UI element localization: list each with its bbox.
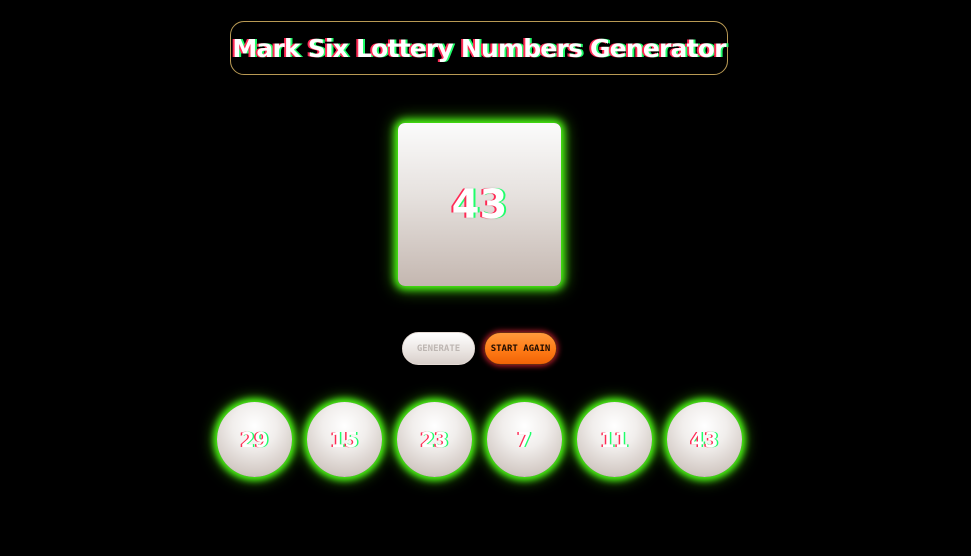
- ball-number: 23: [420, 427, 449, 452]
- ball-number: 7: [517, 427, 532, 452]
- current-number-card: 43: [398, 123, 561, 286]
- ball-6: 43: [667, 402, 742, 477]
- ball-1: 29: [217, 402, 292, 477]
- current-number: 43: [451, 181, 508, 228]
- ball-2: 15: [307, 402, 382, 477]
- start-again-button[interactable]: START AGAIN: [484, 332, 557, 365]
- ball-number: 29: [240, 427, 269, 452]
- generate-button[interactable]: GENERATE: [402, 332, 475, 365]
- ball-5: 11: [577, 402, 652, 477]
- ball-3: 23: [397, 402, 472, 477]
- page-title: Mark Six Lottery Numbers Generator: [232, 33, 726, 63]
- ball-number: 43: [690, 427, 719, 452]
- ball-number: 15: [330, 427, 359, 452]
- ball-number: 11: [600, 427, 629, 452]
- title-box: Mark Six Lottery Numbers Generator: [230, 21, 728, 75]
- ball-4: 7: [487, 402, 562, 477]
